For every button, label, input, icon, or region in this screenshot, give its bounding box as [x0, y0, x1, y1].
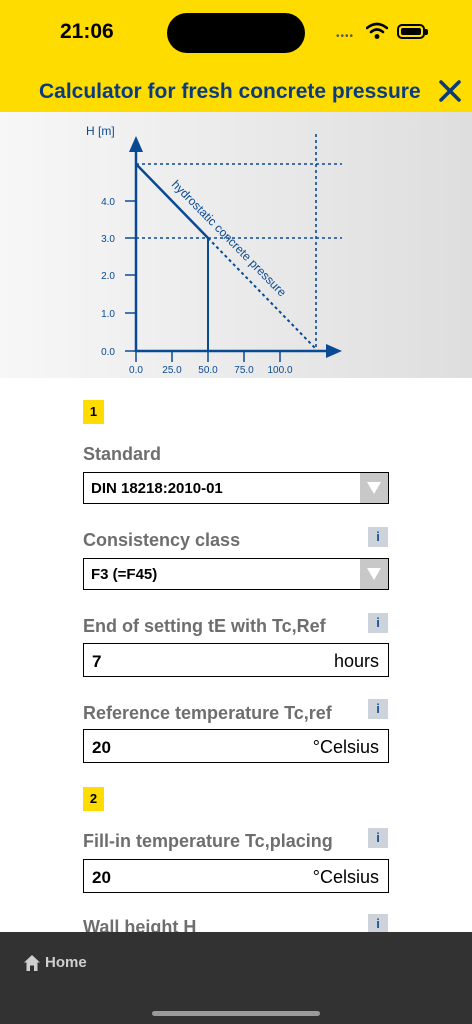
consistency-info-icon[interactable]: i: [368, 527, 388, 547]
ref-temp-unit: °Celsius: [312, 737, 379, 757]
end-setting-unit: hours: [333, 651, 379, 671]
standard-value: DIN 18218:2010-01: [91, 480, 223, 497]
diagram-svg: H [m] 4.0 3.0 2.0 1.0 0.0 0.0 25.0 50.0 …: [86, 124, 342, 376]
fill-temp-input[interactable]: 20 °Celsius: [83, 859, 389, 893]
x-tick-label: 0.0: [129, 365, 143, 376]
x-tick-label: 100.0: [267, 365, 292, 376]
section-badge-2: 2: [83, 787, 104, 811]
y-axis-arrow: [129, 136, 143, 152]
y-axis-label: H [m]: [86, 124, 115, 138]
end-setting-info-icon[interactable]: i: [368, 613, 388, 633]
home-label: Home: [45, 954, 87, 971]
hydrostatic-line: [207, 237, 317, 350]
wall-height-info-icon[interactable]: i: [368, 914, 388, 934]
dropdown-arrow-icon: [360, 559, 388, 589]
fill-temp-unit: °Celsius: [312, 867, 379, 887]
end-setting-value: 7: [92, 652, 102, 671]
wifi-icon: [366, 22, 388, 39]
x-tick-label: 50.0: [198, 365, 218, 376]
fill-temp-label: Fill-in temperature Tc,placing: [83, 831, 333, 851]
dropdown-arrow-icon: [360, 473, 388, 503]
x-tick-label: 25.0: [162, 365, 182, 376]
standard-select[interactable]: DIN 18218:2010-01: [83, 472, 389, 504]
standard-label: Standard: [83, 444, 162, 464]
y-tick-label: 1.0: [101, 309, 115, 320]
signal-dots-icon: ••••: [336, 31, 355, 42]
status-time: 21:06: [60, 20, 114, 43]
battery-icon: [397, 24, 428, 39]
x-tick-label: 75.0: [234, 365, 254, 376]
y-tick-label: 3.0: [101, 234, 115, 245]
home-icon: [24, 955, 40, 971]
home-indicator: [152, 1011, 320, 1016]
ref-temp-value: 20: [92, 738, 111, 757]
ref-temp-label: Reference temperature Tc,ref: [83, 703, 332, 723]
status-bar: 21:06 ••••: [0, 0, 472, 64]
page-title: Calculator for fresh concrete pressure: [39, 80, 421, 103]
consistency-value: F3 (=F45): [91, 566, 158, 583]
consistency-select[interactable]: F3 (=F45): [83, 558, 389, 590]
pressure-diagram: H [m] 4.0 3.0 2.0 1.0 0.0 0.0 25.0 50.0 …: [0, 112, 472, 378]
ref-temp-info-icon[interactable]: i: [368, 699, 388, 719]
fill-temp-value: 20: [92, 868, 111, 887]
fill-temp-info-icon[interactable]: i: [368, 828, 388, 848]
consistency-label: Consistency class: [83, 530, 241, 550]
app-header: Calculator for fresh concrete pressure: [0, 64, 472, 112]
close-icon[interactable]: [437, 78, 463, 104]
x-axis-arrow: [326, 344, 342, 358]
section-badge-1: 1: [83, 400, 104, 424]
dynamic-island: [167, 13, 305, 53]
y-tick-label: 0.0: [101, 347, 115, 358]
end-setting-label: End of setting tE with Tc,Ref: [83, 616, 326, 636]
ref-temp-input[interactable]: 20 °Celsius: [83, 729, 389, 763]
y-tick-label: 2.0: [101, 271, 115, 282]
end-setting-input[interactable]: 7 hours: [83, 643, 389, 677]
y-tick-label: 4.0: [101, 197, 115, 208]
